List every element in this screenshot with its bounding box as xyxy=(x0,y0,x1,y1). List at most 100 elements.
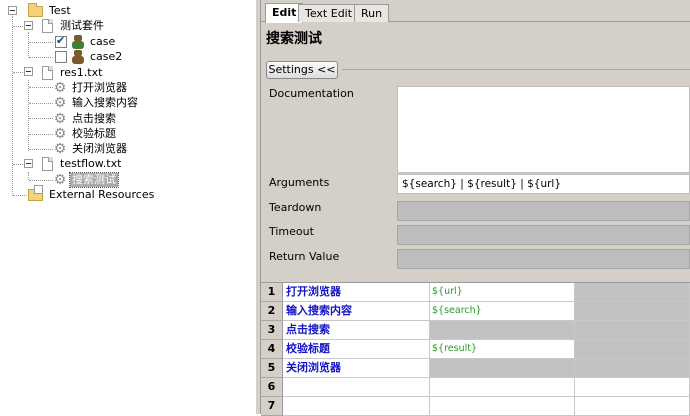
tree-item-label: 打开浏览器 xyxy=(72,81,127,94)
timeout-label: Timeout xyxy=(269,225,314,238)
robot-icon xyxy=(71,49,85,65)
tree-item-label: 测试套件 xyxy=(60,19,104,32)
tree-item-label: 搜索测试 xyxy=(69,172,119,188)
grid-cell-empty[interactable] xyxy=(575,359,690,378)
tree-item-resource[interactable]: testflow.txt xyxy=(42,156,123,172)
tree-connector xyxy=(29,149,53,150)
grid-cell-keyword[interactable]: 输入搜索内容 xyxy=(283,302,430,321)
tree-item-label: External Resources xyxy=(49,188,155,201)
robot-icon xyxy=(71,34,85,50)
tree-connector xyxy=(29,103,53,104)
documentation-label: Documentation xyxy=(269,87,354,100)
row-number[interactable]: 1 xyxy=(261,283,283,302)
row-number[interactable]: 4 xyxy=(261,340,283,359)
editor-panel: Edit Text Edit Run 搜索测试 Settings << Docu… xyxy=(261,0,690,416)
grid-cell-empty[interactable] xyxy=(575,302,690,321)
grid-cell-argument[interactable] xyxy=(430,321,575,340)
grid-row: 3 点击搜索 xyxy=(261,321,690,340)
tree-item-keyword[interactable]: ⚙ 关闭浏览器 xyxy=(53,141,129,157)
grid-cell-argument[interactable] xyxy=(430,378,575,397)
resource-file-icon xyxy=(42,66,53,80)
grid-row: 4 校验标题 ${result} xyxy=(261,340,690,359)
settings-toggle-button[interactable]: Settings << xyxy=(266,61,338,79)
tree-item-test-case[interactable]: case2 xyxy=(55,49,124,65)
tree-item-label: 关闭浏览器 xyxy=(72,142,127,155)
tree-connector xyxy=(13,195,27,196)
grid-cell-empty[interactable] xyxy=(575,340,690,359)
tree-connector xyxy=(28,172,29,180)
tab-run[interactable]: Run xyxy=(354,4,390,22)
grid-cell-keyword[interactable]: 点击搜索 xyxy=(283,321,430,340)
grid-cell-empty[interactable] xyxy=(575,378,690,397)
grid-cell-keyword[interactable]: 关闭浏览器 xyxy=(283,359,430,378)
grid-cell-argument[interactable]: ${result} xyxy=(430,340,575,359)
grid-row: 2 输入搜索内容 ${search} xyxy=(261,302,690,321)
grid-cell-empty[interactable] xyxy=(575,397,690,416)
keyword-title: 搜索测试 xyxy=(266,31,322,47)
tree-item-external-resources[interactable]: External Resources xyxy=(28,185,156,203)
grid-cell-keyword[interactable]: 打开浏览器 xyxy=(283,283,430,302)
gear-icon: ⚙ xyxy=(53,172,67,188)
resource-file-icon xyxy=(42,157,53,171)
grid-cell-argument[interactable] xyxy=(430,359,575,378)
row-number[interactable]: 7 xyxy=(261,397,283,416)
grid-row: 7 xyxy=(261,397,690,416)
settings-divider xyxy=(342,69,690,70)
tree-item-root[interactable]: Test xyxy=(28,2,73,19)
tree-item-label: 点击搜索 xyxy=(72,112,116,125)
return-value-field[interactable] xyxy=(397,249,690,269)
test-checkbox[interactable] xyxy=(55,51,67,63)
tree-connector xyxy=(29,180,53,181)
tree-connector xyxy=(29,118,53,119)
grid-cell-argument[interactable] xyxy=(430,397,575,416)
gear-icon: ⚙ xyxy=(53,126,67,142)
grid-row: 5 关闭浏览器 xyxy=(261,359,690,378)
tree-item-keyword[interactable]: ⚙ 点击搜索 xyxy=(53,111,118,127)
grid-row: 6 xyxy=(261,378,690,397)
tree-item-keyword[interactable]: ⚙ 输入搜索内容 xyxy=(53,95,140,111)
tree-item-keyword[interactable]: ⚙ 打开浏览器 xyxy=(53,80,129,96)
collapse-toggle-suite[interactable] xyxy=(24,21,33,30)
tree-connector xyxy=(29,87,53,88)
tab-text-edit[interactable]: Text Edit xyxy=(298,4,360,22)
documentation-field[interactable] xyxy=(397,86,690,173)
tree-item-label: 校验标题 xyxy=(72,127,116,140)
tree-item-label: Test xyxy=(49,4,71,17)
tree-item-label: case xyxy=(90,35,116,48)
teardown-field[interactable] xyxy=(397,201,690,221)
arguments-label: Arguments xyxy=(269,176,330,189)
return-value-label: Return Value xyxy=(269,250,340,263)
grid-cell-empty[interactable] xyxy=(575,321,690,340)
tree-item-label: 输入搜索内容 xyxy=(72,96,138,109)
row-number[interactable]: 3 xyxy=(261,321,283,340)
collapse-toggle-testflow[interactable] xyxy=(24,159,33,168)
collapse-toggle-root[interactable] xyxy=(8,6,17,15)
test-tree: Test 测试套件 case case2 res1.txt ⚙ 打开浏览器 ⚙ … xyxy=(0,0,255,414)
keyword-step-grid: 1 打开浏览器 ${url} 2 输入搜索内容 ${search} 3 点击搜索… xyxy=(261,282,690,416)
grid-cell-keyword[interactable]: 校验标题 xyxy=(283,340,430,359)
gear-icon: ⚙ xyxy=(53,141,67,157)
row-number[interactable]: 5 xyxy=(261,359,283,378)
external-folder-icon xyxy=(28,185,43,201)
tree-item-test-case[interactable]: case xyxy=(55,34,117,50)
arguments-field[interactable]: ${search} | ${result} | ${url} xyxy=(397,174,690,194)
tree-item-keyword[interactable]: ⚙ 校验标题 xyxy=(53,126,118,142)
row-number[interactable]: 2 xyxy=(261,302,283,321)
row-number[interactable]: 6 xyxy=(261,378,283,397)
keyword-editor: 搜索测试 Settings << Documentation Arguments… xyxy=(261,23,690,416)
tree-item-suite[interactable]: 测试套件 xyxy=(42,18,106,34)
folder-icon xyxy=(28,2,43,17)
grid-cell-keyword[interactable] xyxy=(283,378,430,397)
tree-item-resource[interactable]: res1.txt xyxy=(42,65,104,81)
grid-cell-argument[interactable]: ${url} xyxy=(430,283,575,302)
grid-cell-keyword[interactable] xyxy=(283,397,430,416)
grid-cell-empty[interactable] xyxy=(575,283,690,302)
tree-connector xyxy=(28,80,29,151)
collapse-toggle-res1[interactable] xyxy=(24,67,33,76)
test-checkbox[interactable] xyxy=(55,34,67,48)
tree-item-label: res1.txt xyxy=(60,66,103,79)
tree-connector xyxy=(28,32,29,58)
tree-item-keyword-selected[interactable]: ⚙ 搜索测试 xyxy=(53,172,119,188)
timeout-field[interactable] xyxy=(397,225,690,245)
grid-cell-argument[interactable]: ${search} xyxy=(430,302,575,321)
